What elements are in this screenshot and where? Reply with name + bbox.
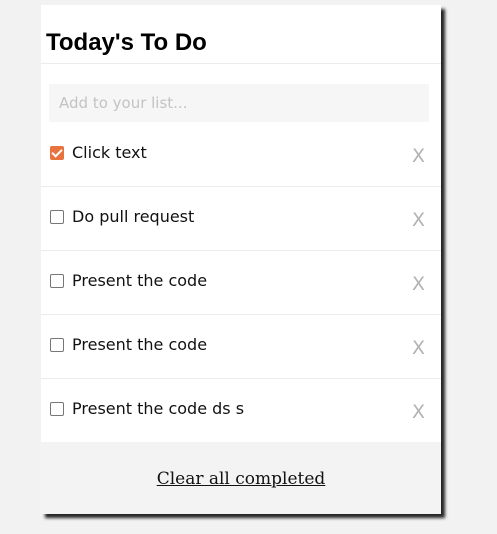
- todo-checkbox[interactable]: [50, 402, 64, 416]
- todo-text[interactable]: Present the code: [72, 271, 207, 291]
- add-todo-input[interactable]: [49, 84, 429, 122]
- delete-todo-button[interactable]: X: [412, 210, 425, 230]
- todo-text[interactable]: Click text: [72, 143, 147, 163]
- todo-item: Present the code X: [41, 315, 441, 379]
- todo-text[interactable]: Present the code ds s: [72, 399, 244, 419]
- delete-todo-button[interactable]: X: [412, 146, 425, 166]
- delete-todo-button[interactable]: X: [412, 402, 425, 422]
- clear-completed-link[interactable]: Clear all completed: [41, 468, 441, 490]
- title-divider: [41, 63, 441, 64]
- todo-checkbox[interactable]: [50, 210, 64, 224]
- todo-list: Click text X Do pull request X Present t…: [41, 123, 441, 443]
- todo-footer: Clear all completed: [41, 442, 441, 514]
- todo-checkbox[interactable]: [50, 338, 64, 352]
- todo-checkbox[interactable]: [50, 274, 64, 288]
- todo-text[interactable]: Present the code: [72, 335, 207, 355]
- todo-text[interactable]: Do pull request: [72, 207, 194, 227]
- todo-card: Today's To Do Click text X Do pull reque…: [41, 5, 441, 514]
- delete-todo-button[interactable]: X: [412, 274, 425, 294]
- todo-item: Present the code X: [41, 251, 441, 315]
- todo-item: Present the code ds s X: [41, 379, 441, 443]
- todo-item: Click text X: [41, 123, 441, 187]
- todo-checkbox[interactable]: [50, 146, 64, 160]
- todo-item: Do pull request X: [41, 187, 441, 251]
- delete-todo-button[interactable]: X: [412, 338, 425, 358]
- page-title: Today's To Do: [46, 29, 207, 56]
